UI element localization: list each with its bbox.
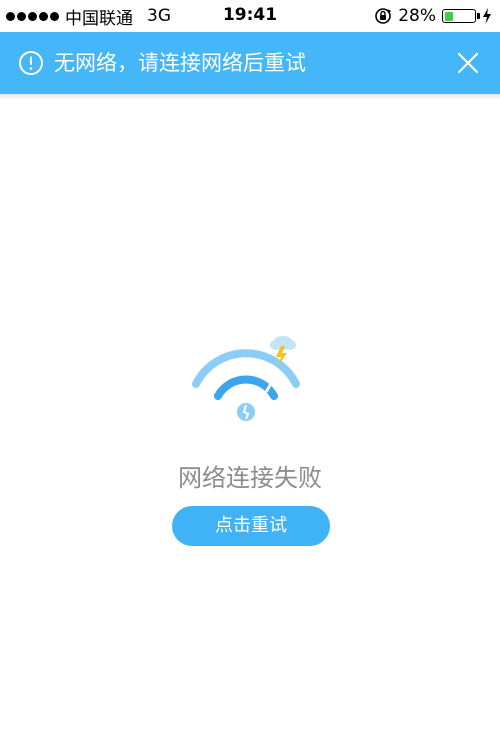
- error-message: 网络连接失败: [178, 464, 322, 492]
- app-screen: 中国联通 3G 19:41 28% 无网络，请连接网络后重试 网络连接失败 点击…: [0, 0, 500, 750]
- battery-percentage: 28%: [398, 6, 436, 26]
- status-bar: 中国联通 3G 19:41 28%: [0, 0, 500, 32]
- rotation-lock-icon: [375, 8, 392, 24]
- status-bar-right: 28%: [374, 5, 492, 27]
- no-network-banner: 无网络，请连接网络后重试: [0, 32, 500, 94]
- retry-button[interactable]: 点击重试: [172, 506, 330, 546]
- battery-icon: [442, 9, 480, 23]
- banner-message: 无网络，请连接网络后重试: [54, 51, 306, 75]
- wifi-broken-icon: [192, 336, 300, 421]
- battery-level: [444, 11, 453, 21]
- banner-divider: [0, 94, 500, 100]
- charging-bolt-icon: [483, 8, 491, 24]
- info-circle-icon: [19, 51, 43, 75]
- close-icon[interactable]: [454, 49, 482, 77]
